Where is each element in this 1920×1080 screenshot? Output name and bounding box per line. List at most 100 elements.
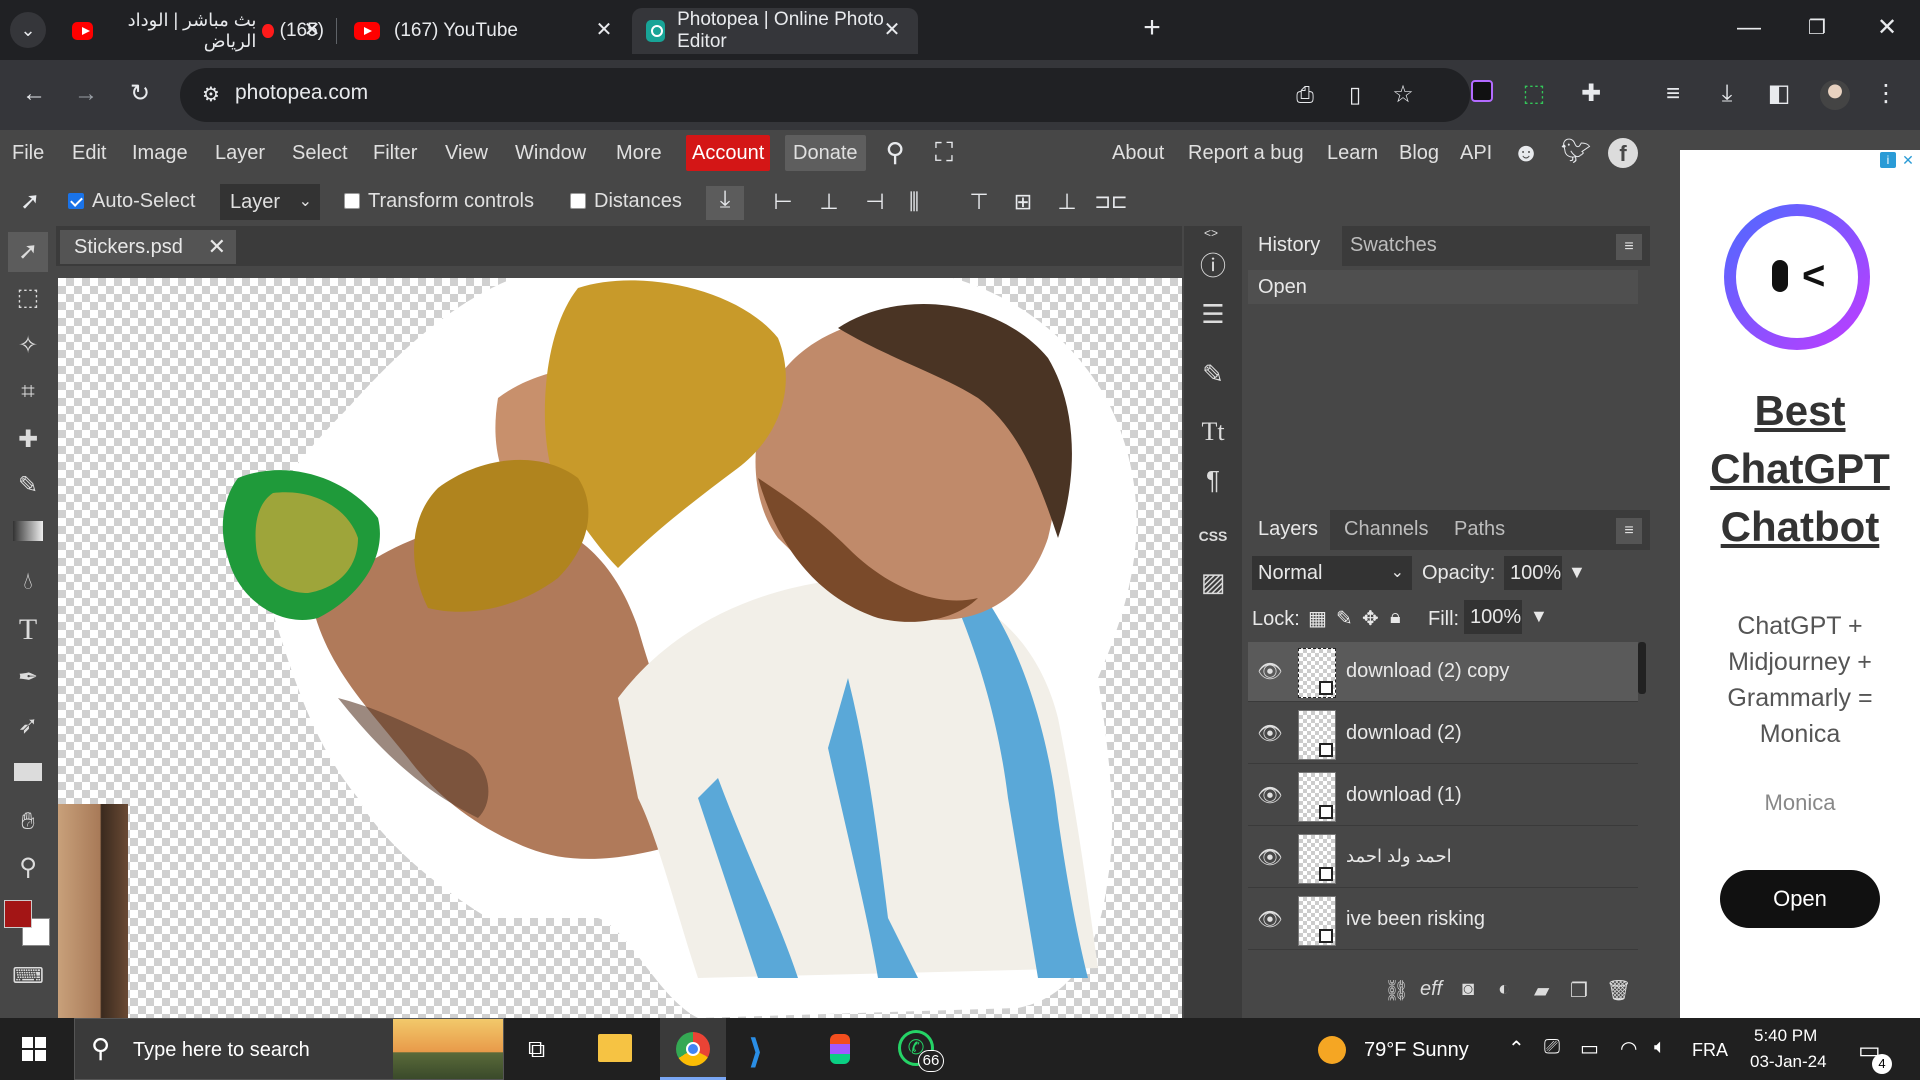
downloads-icon[interactable]: ⤓ — [1712, 80, 1742, 108]
paragraph-icon[interactable]: ¶ — [1193, 460, 1233, 500]
menu-file[interactable]: File — [12, 142, 44, 165]
wifi-icon[interactable]: ◠ — [1620, 1036, 1637, 1061]
layer-row[interactable]: 👁︎ احمد ولد احمد — [1248, 828, 1638, 888]
menu-edit[interactable]: Edit — [72, 142, 106, 165]
layer-row[interactable]: 👁︎ ive been risking — [1248, 890, 1638, 950]
align-center-h-icon[interactable]: ⊥ — [814, 188, 844, 216]
back-arrow-icon[interactable]: ← — [18, 80, 50, 108]
info-icon[interactable]: ⓘ — [1193, 246, 1233, 286]
ad-open-button[interactable]: Open — [1720, 870, 1880, 928]
layer-row[interactable]: 👁︎ download (2) — [1248, 704, 1638, 764]
twitter-icon[interactable]: 🐦︎ — [1560, 138, 1592, 166]
healing-brush-tool-icon[interactable]: ✚ — [8, 420, 48, 460]
battery-icon[interactable]: ▭ — [1580, 1036, 1599, 1061]
hand-tool-icon[interactable]: ✋︎ — [8, 802, 48, 842]
character-icon[interactable]: Tt — [1193, 412, 1233, 452]
facebook-icon[interactable]: f — [1608, 138, 1638, 168]
extensions-puzzle-icon[interactable]: ✚ — [1576, 80, 1606, 108]
tab-layers[interactable]: Layers — [1258, 518, 1318, 541]
distribute-v-icon[interactable]: ⊐⊏ — [1094, 188, 1128, 216]
adjustments-icon[interactable]: ☰ — [1193, 294, 1233, 334]
fullscreen-icon[interactable]: ⛶ — [928, 138, 960, 166]
move-tool-icon[interactable]: ➚ — [8, 232, 48, 272]
align-top-icon[interactable]: ⊤ — [964, 188, 994, 216]
browser-tab-wydad[interactable]: بث مباشر | الوداد الرياض (165) ✕ — [58, 8, 338, 54]
vscode-icon[interactable]: ⟩ — [748, 1032, 764, 1072]
tab-channels[interactable]: Channels — [1344, 518, 1429, 541]
tab-search-button[interactable]: ⌄ — [10, 12, 46, 48]
blend-mode-dropdown[interactable]: Normal ⌄ — [1252, 556, 1412, 590]
new-folder-icon[interactable]: ▰ — [1534, 978, 1549, 1003]
ad-headline[interactable]: Best ChatGPT Chatbot — [1694, 382, 1906, 556]
layer-effects-icon[interactable]: eff — [1420, 978, 1442, 1001]
chrome-taskbar-icon[interactable] — [660, 1018, 726, 1080]
auto-select-target-dropdown[interactable]: Layer ⌄ — [220, 184, 320, 220]
type-tool-icon[interactable]: T — [8, 610, 48, 650]
show-hidden-icons-icon[interactable]: ⌃ — [1508, 1036, 1525, 1061]
css-icon[interactable]: CSS — [1193, 516, 1233, 556]
gradient-tool-icon[interactable] — [8, 514, 48, 554]
link-about[interactable]: About — [1112, 142, 1164, 165]
advertisement[interactable]: i ✕ < Best ChatGPT Chatbot ChatGPT + Mid… — [1680, 150, 1920, 1018]
menu-filter[interactable]: Filter — [373, 142, 417, 165]
pen-tool-icon[interactable]: ✒ — [8, 658, 48, 698]
eye-icon[interactable]: 👁︎ — [1256, 906, 1284, 934]
opacity-input[interactable]: 100% — [1504, 556, 1562, 590]
close-tab-icon[interactable]: ✕ — [302, 20, 322, 40]
shape-tool-icon[interactable] — [8, 754, 48, 794]
browser-menu-icon[interactable]: ⋮ — [1874, 80, 1898, 108]
windows-start-icon[interactable] — [22, 1037, 46, 1061]
eye-icon[interactable]: 👁︎ — [1256, 720, 1284, 748]
search-icon[interactable]: ⚲ — [878, 138, 912, 166]
document-tab[interactable]: Stickers.psd ✕ — [60, 230, 236, 264]
close-tab-icon[interactable]: ✕ — [882, 20, 902, 40]
menu-window[interactable]: Window — [515, 142, 586, 165]
layer-row[interactable]: 👁︎ download (1) — [1248, 766, 1638, 826]
link-api[interactable]: API — [1460, 142, 1492, 165]
media-controls-icon[interactable]: ≡ — [1658, 80, 1688, 108]
forward-arrow-icon[interactable]: → — [70, 80, 102, 108]
transform-controls-checkbox[interactable] — [344, 193, 360, 209]
auto-select-checkbox[interactable] — [68, 193, 84, 209]
keyboard-icon[interactable]: ⌨ — [8, 956, 48, 996]
tab-history[interactable]: History — [1258, 234, 1320, 257]
browser-tab-youtube[interactable]: (167) YouTube ✕ — [340, 8, 630, 54]
align-download-icon[interactable]: ⤓ — [706, 186, 744, 220]
new-tab-plus-icon[interactable]: + — [1136, 13, 1168, 43]
lock-all-icon[interactable]: 🔒︎ — [1390, 606, 1401, 629]
align-left-icon[interactable]: ⊢ — [768, 188, 798, 216]
link-learn[interactable]: Learn — [1327, 142, 1378, 165]
close-window-icon[interactable]: ✕ — [1872, 14, 1902, 42]
align-bottom-icon[interactable]: ⊥ — [1052, 188, 1082, 216]
align-middle-v-icon[interactable]: ⊞ — [1008, 188, 1038, 216]
reload-icon[interactable]: ↻ — [124, 80, 156, 108]
image-icon[interactable]: ▨ — [1193, 562, 1233, 602]
distances-checkbox[interactable] — [570, 193, 586, 209]
image-canvas[interactable] — [58, 278, 1182, 1018]
page-icon[interactable]: ▯ — [1340, 81, 1370, 109]
account-button[interactable]: Account — [686, 135, 771, 171]
restore-window-icon[interactable]: ❐ — [1802, 14, 1832, 42]
weather-text[interactable]: 79°F Sunny — [1364, 1039, 1469, 1062]
bookmark-star-icon[interactable]: ☆ — [1388, 81, 1418, 109]
ad-close-icon[interactable]: ✕ — [1900, 152, 1916, 168]
minimize-window-icon[interactable]: — — [1734, 14, 1764, 42]
magic-wand-tool-icon[interactable]: ✧ — [8, 326, 48, 366]
menu-image[interactable]: Image — [132, 142, 188, 165]
layers-scrollbar[interactable] — [1638, 642, 1646, 694]
panel-menu-icon[interactable]: ≡ — [1616, 234, 1642, 260]
fill-dropdown-arrow-icon[interactable]: ▼ — [1530, 606, 1548, 627]
eye-icon[interactable]: 👁︎ — [1256, 844, 1284, 872]
layer-row[interactable]: 👁︎ download (2) copy — [1248, 642, 1638, 702]
tab-swatches[interactable]: Swatches — [1350, 234, 1437, 257]
address-bar[interactable]: ⚙ ⎙ ▯ ☆ — [180, 68, 1470, 122]
opacity-dropdown-arrow-icon[interactable]: ▼ — [1568, 562, 1586, 583]
new-layer-icon[interactable]: ❐ — [1570, 978, 1588, 1003]
lock-transparency-icon[interactable]: ▦ — [1308, 606, 1327, 631]
close-tab-icon[interactable]: ✕ — [594, 20, 614, 40]
figma-icon[interactable] — [830, 1034, 850, 1064]
delete-layer-icon[interactable]: 🗑︎ — [1606, 978, 1631, 1003]
adjustment-layer-icon[interactable]: ◐ — [1498, 978, 1510, 1001]
path-select-tool-icon[interactable]: ➶ — [8, 706, 48, 746]
clock-time[interactable]: 5:40 PM — [1754, 1026, 1817, 1046]
